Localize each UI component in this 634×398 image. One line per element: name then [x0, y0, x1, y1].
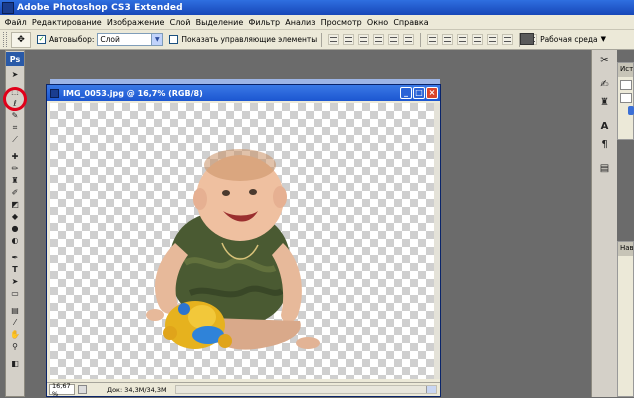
- menu-image[interactable]: Изображение: [104, 18, 167, 27]
- history-state[interactable]: [620, 93, 632, 103]
- autoselect-dropdown[interactable]: Слой ▼: [97, 33, 164, 46]
- menu-select[interactable]: Выделение: [193, 18, 246, 27]
- notes-tool-icon[interactable]: ▤: [6, 305, 24, 316]
- document-titlebar[interactable]: IMG_0053.jpg @ 16,7% (RGB/8) _ □ ×: [47, 85, 440, 101]
- align-vcenter-icon[interactable]: [343, 34, 355, 45]
- align-left-icon[interactable]: [373, 34, 385, 45]
- align-hcenter-icon[interactable]: [388, 34, 400, 45]
- rectangle-tool-icon[interactable]: ▭: [6, 288, 24, 299]
- menu-window[interactable]: Окно: [364, 18, 390, 27]
- menu-layer[interactable]: Слой: [167, 18, 193, 27]
- zoom-field[interactable]: 16,67 %: [49, 382, 75, 398]
- ps-logo[interactable]: Ps: [6, 52, 24, 66]
- chevron-down-icon: ▼: [600, 35, 606, 43]
- pen-tool-icon[interactable]: ✒: [6, 252, 24, 263]
- ps-app-icon: [2, 1, 14, 14]
- options-grip[interactable]: [3, 32, 7, 47]
- eyedropper-tool-icon[interactable]: ⁄: [6, 317, 24, 328]
- distribute-right-icon[interactable]: [502, 34, 514, 45]
- distribute-vcenter-icon[interactable]: [442, 34, 454, 45]
- status-bar: 16,67 % Док: 34,3M/34,3M: [47, 382, 440, 398]
- show-controls-label: Показать управляющие элементы: [181, 35, 318, 44]
- distribute-top-icon[interactable]: [427, 34, 439, 45]
- brushes-icon[interactable]: ✍: [596, 78, 614, 92]
- workspace-switcher[interactable]: Рабочая среда ▼: [520, 33, 606, 45]
- history-slider[interactable]: [628, 106, 634, 115]
- tool-preset-picker[interactable]: ✥: [11, 31, 31, 48]
- menu-file[interactable]: Файл: [2, 18, 29, 27]
- path-selection-tool-icon[interactable]: ➤: [6, 276, 24, 287]
- align-right-icon[interactable]: [403, 34, 415, 45]
- slice-tool-icon[interactable]: ⟋: [6, 134, 24, 145]
- move-tool-icon[interactable]: ➤: [6, 69, 24, 80]
- window-buttons: _ □ ×: [399, 87, 438, 99]
- chevron-down-icon: ▼: [151, 34, 163, 45]
- navigator-tab[interactable]: Нави: [618, 242, 633, 256]
- crop-tool-icon[interactable]: ⌗: [6, 122, 24, 133]
- dodge-tool-icon[interactable]: ◐: [6, 235, 24, 246]
- move-icon: ✥: [17, 34, 25, 45]
- minimize-icon[interactable]: _: [400, 87, 412, 99]
- document-window: IMG_0053.jpg @ 16,7% (RGB/8) _ □ × 16,67…: [46, 84, 441, 398]
- horizontal-scrollbar[interactable]: [174, 385, 437, 394]
- vertical-scrollbar[interactable]: [434, 103, 440, 379]
- history-snapshot[interactable]: [620, 80, 632, 90]
- workspace-icon: [520, 33, 535, 45]
- menu-bar: Файл Редактирование Изображение Слой Выд…: [0, 15, 634, 30]
- menu-view[interactable]: Просмотр: [318, 18, 364, 27]
- align-bottom-icon[interactable]: [358, 34, 370, 45]
- color-swatches-icon[interactable]: ◧: [6, 358, 24, 369]
- character-icon[interactable]: A: [596, 120, 614, 134]
- eraser-tool-icon[interactable]: ◩: [6, 199, 24, 210]
- baby-cutout-image: [146, 149, 320, 350]
- ps-doc-icon: [50, 88, 59, 98]
- show-controls-checkbox[interactable]: [169, 35, 179, 44]
- workspace-label: Рабочая среда: [540, 34, 598, 44]
- tools-brush-preset-icon[interactable]: ✂: [596, 54, 614, 68]
- clone-stamp-tool-icon[interactable]: ♜: [6, 175, 24, 186]
- distribute-left-icon[interactable]: [472, 34, 484, 45]
- autoselect-value: Слой: [100, 35, 120, 44]
- canvas-transparency[interactable]: [50, 103, 436, 379]
- scroll-arrow-right-icon[interactable]: [426, 386, 436, 393]
- distribute-bottom-icon[interactable]: [457, 34, 469, 45]
- navigator-panel: Нави: [617, 241, 634, 397]
- healing-brush-tool-icon[interactable]: ✚: [6, 151, 24, 162]
- app-titlebar: Adobe Photoshop CS3 Extended: [0, 0, 634, 15]
- divider: [420, 32, 422, 47]
- quick-selection-tool-icon[interactable]: ✎: [6, 110, 24, 121]
- divider: [321, 32, 323, 47]
- history-brush-tool-icon[interactable]: ✐: [6, 187, 24, 198]
- status-menu-icon[interactable]: [78, 385, 87, 394]
- history-panel: Исто: [617, 62, 634, 140]
- menu-analysis[interactable]: Анализ: [283, 18, 318, 27]
- brush-tool-icon[interactable]: ✏: [6, 163, 24, 174]
- maximize-icon[interactable]: □: [413, 87, 425, 99]
- document-title: IMG_0053.jpg @ 16,7% (RGB/8): [63, 88, 203, 98]
- blur-tool-icon[interactable]: ●: [6, 223, 24, 234]
- hand-tool-icon[interactable]: ✋: [6, 329, 24, 340]
- menu-edit[interactable]: Редактирование: [29, 18, 104, 27]
- close-icon[interactable]: ×: [426, 87, 438, 99]
- menu-help[interactable]: Справка: [391, 18, 431, 27]
- clone-source-icon[interactable]: ♜: [596, 96, 614, 110]
- document-size-info: Док: 34,3M/34,3M: [107, 385, 167, 394]
- align-top-icon[interactable]: [328, 34, 340, 45]
- paint-bucket-tool-icon[interactable]: ◆: [6, 211, 24, 222]
- app-title: Adobe Photoshop CS3 Extended: [17, 2, 183, 13]
- panel-dock: ✂ ✍ ♜ A ¶ ▤: [591, 50, 617, 397]
- menu-filter[interactable]: Фильтр: [246, 18, 283, 27]
- distribute-hcenter-icon[interactable]: [487, 34, 499, 45]
- autoselect-checkbox[interactable]: ✓: [37, 35, 46, 44]
- zoom-tool-icon[interactable]: ⚲: [6, 341, 24, 352]
- paragraph-icon[interactable]: ¶: [596, 138, 614, 152]
- layer-comps-icon[interactable]: ▤: [596, 162, 614, 176]
- history-tab[interactable]: Исто: [618, 63, 633, 77]
- autoselect-label: Автовыбор:: [49, 35, 95, 44]
- type-tool-icon[interactable]: T: [6, 264, 24, 275]
